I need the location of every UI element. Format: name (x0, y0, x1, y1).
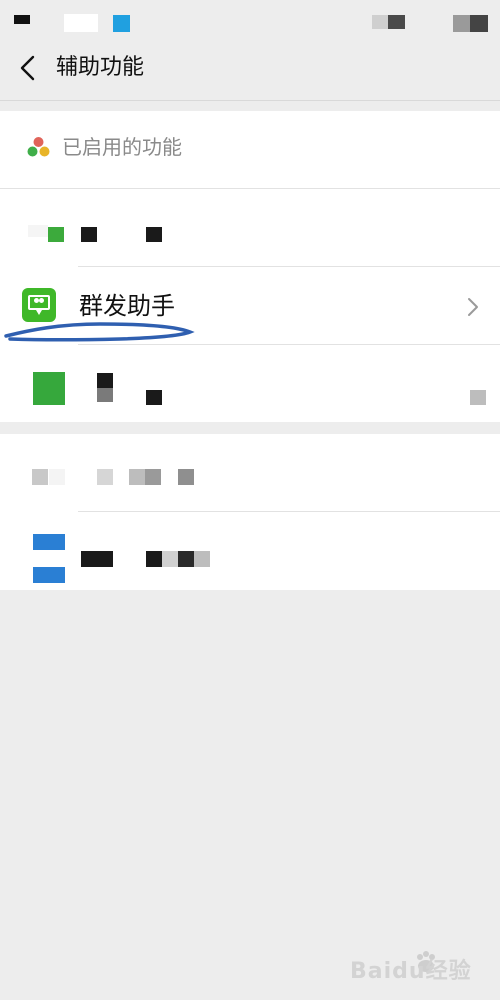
three-dots-icon (39, 146, 50, 157)
mass-message-icon (39, 298, 44, 303)
redacted-text (146, 227, 162, 242)
section-title: 已启用的功能 (62, 135, 182, 159)
three-dots-icon (27, 137, 50, 157)
status-redaction (470, 15, 488, 32)
redacted-text (49, 469, 65, 485)
redacted-text (146, 551, 162, 567)
section-header: 已启用的功能 (0, 111, 500, 188)
page-title: 辅助功能 (56, 55, 145, 80)
list-item[interactable] (0, 434, 500, 511)
status-redaction (113, 15, 130, 32)
list-item[interactable] (0, 345, 500, 422)
enabled-features-card: 已启用的功能 群发助手 (0, 111, 500, 422)
redacted-icon (33, 372, 65, 405)
redacted-text (145, 469, 161, 485)
status-redaction (388, 15, 405, 29)
status-redaction (372, 15, 388, 29)
redacted-text (81, 227, 97, 242)
list-item[interactable] (0, 189, 500, 266)
status-redaction (453, 15, 470, 32)
chevron-left-icon[interactable] (16, 54, 40, 82)
redacted-text (178, 469, 194, 485)
redacted-icon (33, 534, 65, 550)
other-features-card (0, 434, 500, 590)
redacted-icon (33, 567, 65, 583)
status-redaction (14, 15, 30, 24)
redacted-icon (48, 227, 64, 242)
redacted-text (32, 469, 48, 485)
redacted-text (97, 388, 113, 402)
three-dots-icon (27, 146, 38, 157)
redacted-text (178, 551, 194, 567)
redacted-text (81, 551, 113, 567)
redacted-icon (28, 225, 48, 237)
redacted-text (129, 469, 145, 485)
status-bar (0, 0, 500, 44)
list-item[interactable] (0, 512, 500, 590)
chevron-right-icon[interactable] (466, 296, 480, 318)
header-divider (0, 100, 500, 101)
redacted-text (146, 390, 162, 405)
annotation-underline (4, 322, 195, 342)
redacted-text (97, 373, 113, 388)
paw-icon (423, 951, 429, 957)
baidu-watermark: Baidu经验 (350, 950, 490, 990)
annotation-underline (4, 322, 195, 342)
nav-header: 辅助功能 (0, 44, 500, 100)
redacted-text (97, 469, 113, 485)
redacted-text (194, 551, 210, 567)
watermark-text: Baidu经验 (350, 959, 472, 984)
three-dots-icon (33, 137, 44, 147)
status-redaction (64, 14, 98, 32)
redacted-text (162, 551, 178, 567)
redacted-text (470, 390, 486, 405)
